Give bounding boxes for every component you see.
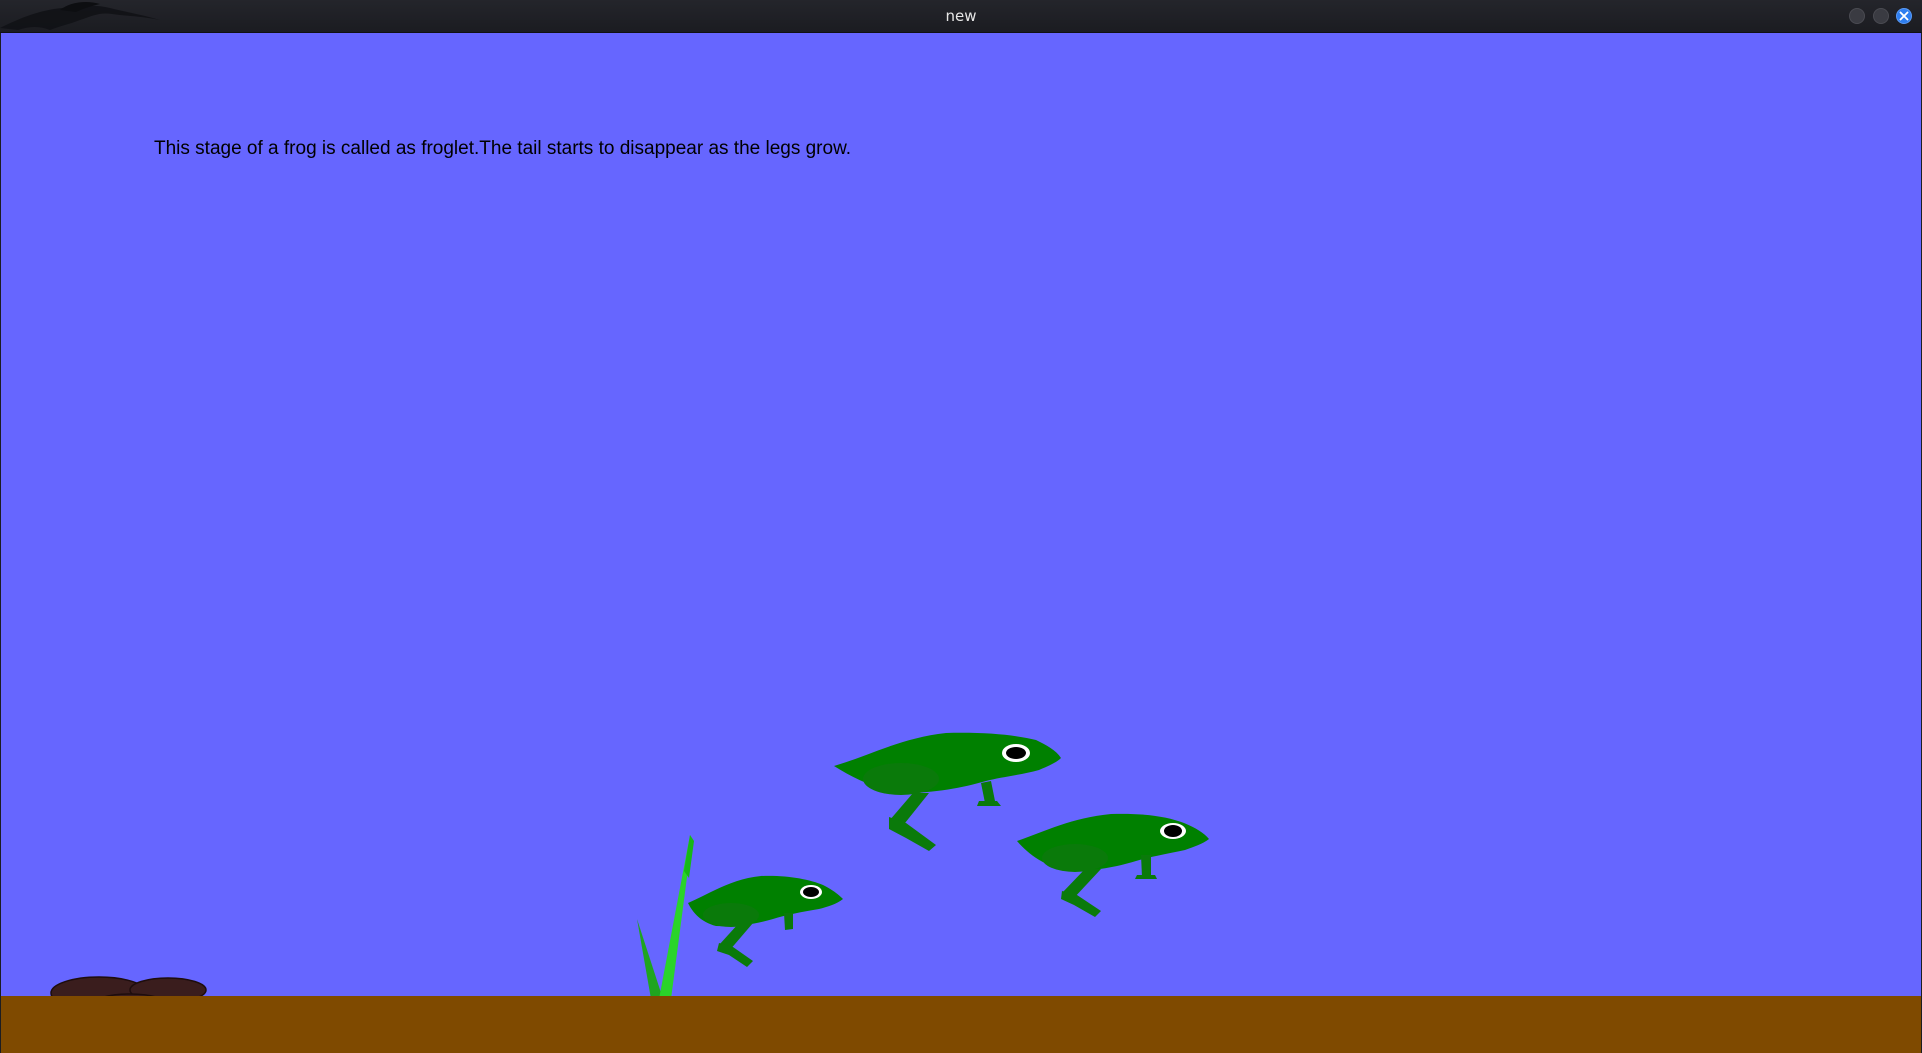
- frog-large: [834, 732, 1061, 851]
- minimize-button[interactable]: [1849, 8, 1865, 24]
- window-title: new: [945, 7, 977, 25]
- app-window: new This stage of a frog is called as fr…: [0, 0, 1922, 1053]
- grass-blade: [637, 835, 694, 999]
- ground: [1, 996, 1921, 1053]
- frog-small: [688, 875, 843, 967]
- scene-canvas: This stage of a frog is called as frogle…: [1, 33, 1921, 1053]
- close-icon: [1899, 11, 1909, 21]
- maximize-button[interactable]: [1873, 8, 1889, 24]
- scene-drawing: [50, 732, 1209, 1017]
- frog-medium: [1017, 813, 1209, 917]
- close-button[interactable]: [1896, 8, 1912, 24]
- title-bar[interactable]: new: [0, 0, 1922, 33]
